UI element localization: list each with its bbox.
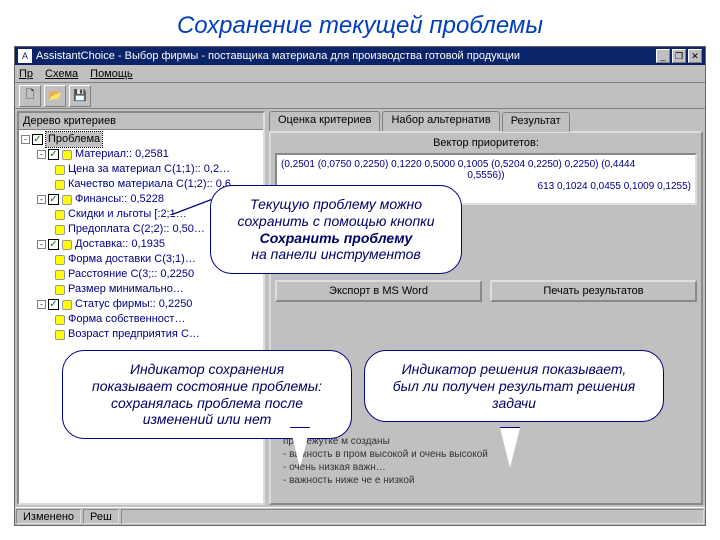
- menu-help[interactable]: Помощь: [90, 68, 133, 80]
- new-button[interactable]: 🗋: [19, 85, 41, 107]
- export-word-button[interactable]: Экспорт в MS Word: [275, 280, 482, 302]
- tree-node[interactable]: Цена за материал С(1;1):: 0,2…: [68, 162, 230, 177]
- callout-save-indicator: Индикатор сохранения показывает состояни…: [62, 350, 352, 439]
- slide-title: Сохранение текущей проблемы: [0, 0, 720, 46]
- tree-node[interactable]: Возраст предприятия С…: [68, 327, 200, 342]
- menu-bar: Пр Схема Помощь: [15, 65, 705, 83]
- minimize-button[interactable]: _: [656, 49, 670, 63]
- status-solved: Реш: [83, 509, 119, 524]
- vector-header: Вектор приоритетов:: [275, 137, 697, 149]
- tab-bar: Оценка критериев Набор альтернатив Резул…: [269, 111, 703, 131]
- tree-node[interactable]: Финансы:: 0,5228: [75, 192, 164, 207]
- toolbar: 🗋 📂 💾: [15, 83, 705, 109]
- tree-node[interactable]: Материал:: 0,2581: [75, 147, 169, 162]
- menu-schema[interactable]: Схема: [45, 68, 78, 80]
- tree-node[interactable]: Расстояние С(3;:: 0,2250: [68, 267, 194, 282]
- titlebar: A AssistantChoice - Выбор фирмы - постав…: [15, 47, 705, 65]
- tree-node[interactable]: Форма доставки С(3;1)…: [68, 252, 196, 267]
- tree-node[interactable]: Размер минимально…: [68, 282, 184, 297]
- app-window: A AssistantChoice - Выбор фирмы - постав…: [14, 46, 706, 526]
- status-spacer: [121, 509, 704, 524]
- tab-result[interactable]: Результат: [502, 112, 570, 132]
- tree-node[interactable]: Форма собственност…: [68, 312, 185, 327]
- close-button[interactable]: ✕: [688, 49, 702, 63]
- callout-solve-indicator: Индикатор решения показывает, был ли пол…: [364, 350, 664, 422]
- tree-node[interactable]: Доставка:: 0,1935: [75, 237, 165, 252]
- callout-save: Текущую проблему можно сохранить с помощ…: [210, 185, 462, 274]
- print-results-button[interactable]: Печать результатов: [490, 280, 697, 302]
- app-icon: A: [18, 49, 32, 63]
- save-button[interactable]: 💾: [69, 85, 91, 107]
- tree-root[interactable]: Проблема: [46, 132, 102, 147]
- tree-header: Дерево критериев: [19, 113, 263, 130]
- callout-tail: [290, 428, 310, 468]
- tree-node[interactable]: Качество материала С(1;2):: 0,6…: [68, 177, 242, 192]
- status-saved: Изменено: [16, 509, 81, 524]
- maximize-button[interactable]: ❐: [672, 49, 686, 63]
- menu-pr[interactable]: Пр: [19, 68, 33, 80]
- tab-criteria[interactable]: Оценка критериев: [269, 111, 380, 131]
- tree-node[interactable]: Скидки и льготы [:2;1…: [68, 207, 187, 222]
- tree-pane: Дерево критериев -Проблема -Материал:: 0…: [17, 111, 265, 505]
- importance-list: промежутке м созданы - важность в пром в…: [283, 435, 563, 487]
- tree-node[interactable]: Статус фирмы:: 0,2250: [75, 297, 192, 312]
- open-button[interactable]: 📂: [44, 85, 66, 107]
- status-bar: Изменено Реш: [15, 507, 705, 525]
- tab-alternatives[interactable]: Набор альтернатив: [382, 111, 499, 131]
- callout-tail: [500, 428, 520, 468]
- window-title: AssistantChoice - Выбор фирмы - поставщи…: [36, 50, 656, 62]
- tree-node[interactable]: Предоплата С(2;2):: 0,50…: [68, 222, 205, 237]
